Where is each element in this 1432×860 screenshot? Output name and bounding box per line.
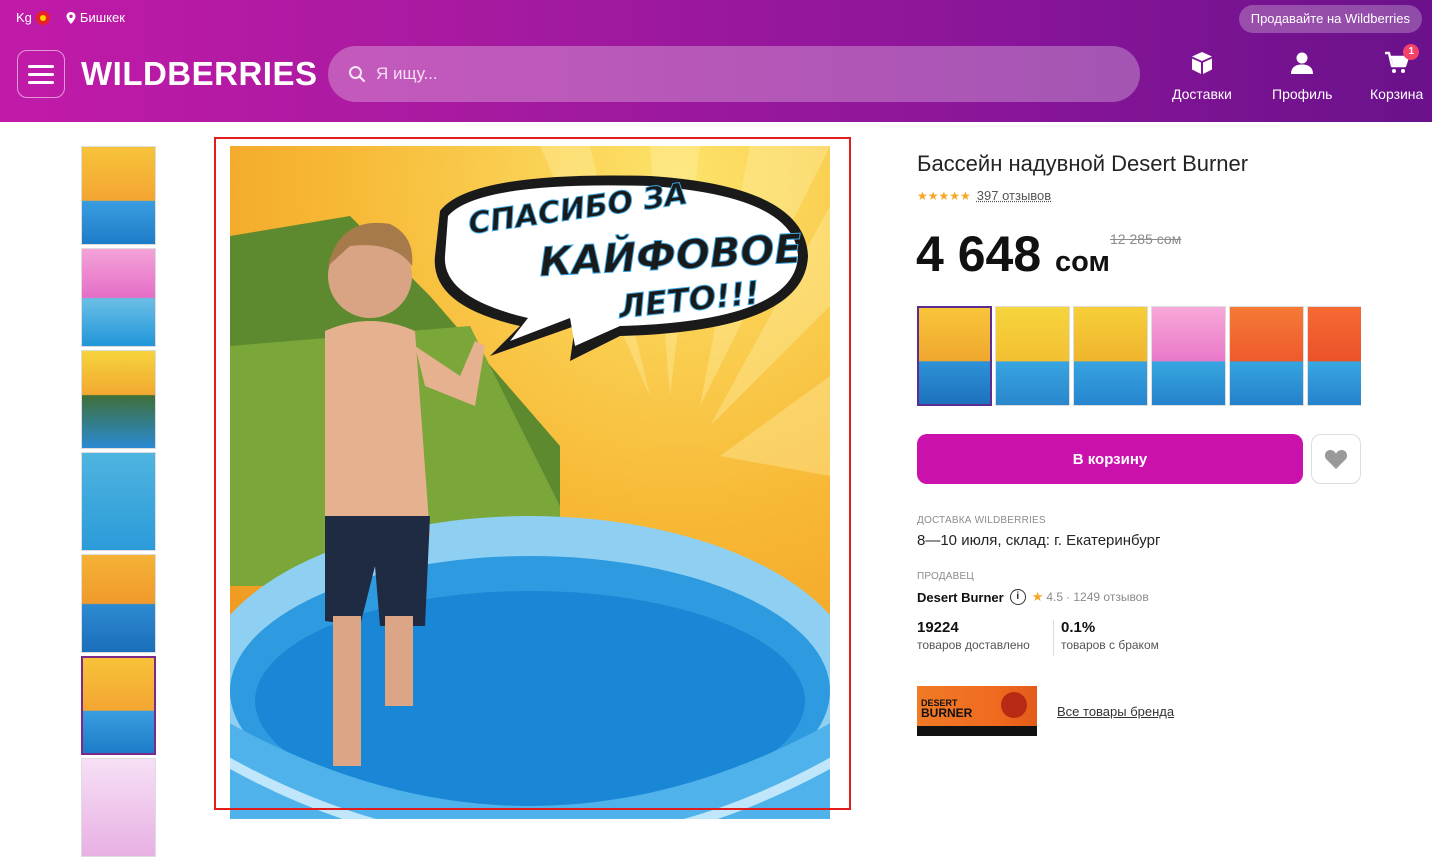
delivered-stat: 19224 товаров доставлено	[917, 619, 1030, 652]
star-icon: ★	[1031, 589, 1044, 604]
delivered-count: 19224	[917, 619, 959, 636]
seller-rating: ★ 4.5 · 1249 отзывов	[1032, 589, 1149, 605]
seller-row: Desert Burner i ★ 4.5 · 1249 отзывов	[917, 589, 1149, 605]
topbar-left: Kg Бишкек	[16, 10, 125, 25]
nav-profile[interactable]: Профиль	[1272, 50, 1332, 102]
burger-line	[28, 72, 54, 76]
thumbnail-5[interactable]	[81, 554, 156, 653]
brand-logo-line2: BURNER	[921, 706, 973, 720]
thumbnail-2[interactable]	[81, 248, 156, 347]
search-icon	[349, 66, 366, 83]
variant-option-3[interactable]	[1073, 306, 1148, 406]
variant-option-5[interactable]	[1229, 306, 1304, 406]
nav-profile-label: Профиль	[1272, 86, 1333, 102]
delivery-info: 8—10 июля, склад: г. Екатеринбург	[917, 532, 1161, 549]
product-rating: ★★★★★ 397 отзывов	[917, 188, 1051, 203]
nav-cart-label: Корзина	[1370, 86, 1424, 102]
location-pin-icon	[66, 11, 76, 24]
thumbnail-7[interactable]	[81, 758, 156, 857]
info-icon[interactable]: i	[1009, 589, 1026, 605]
variant-option-6[interactable]	[1307, 306, 1361, 406]
product-title: Бассейн надувной Desert Burner	[917, 151, 1249, 176]
menu-button[interactable]	[17, 50, 65, 98]
defect-rate: 0.1%	[1061, 619, 1096, 636]
sun-shape	[1001, 692, 1027, 718]
nav-cart[interactable]: Корзина 1	[1370, 44, 1424, 102]
city-name: Бишкек	[79, 10, 125, 25]
rating-stars-icon: ★★★★★	[917, 188, 971, 203]
burger-line	[28, 64, 54, 68]
search-input[interactable]	[376, 64, 1076, 84]
thumbnail-6[interactable]	[81, 656, 156, 755]
stat-divider	[1053, 620, 1054, 656]
main-image-highlight-frame	[214, 137, 851, 810]
country-selector[interactable]: Kg	[16, 10, 50, 25]
thumbnail-1[interactable]	[81, 146, 156, 245]
add-to-cart-button[interactable]: В корзину	[917, 434, 1303, 484]
cart-count-badge: 1	[1403, 44, 1420, 60]
defect-label: товаров с браком	[1061, 638, 1159, 652]
seller-name[interactable]: Desert Burner	[917, 590, 1004, 605]
variant-option-2[interactable]	[995, 306, 1070, 406]
box-icon	[1191, 52, 1212, 74]
favorite-button[interactable]	[1311, 434, 1361, 484]
heart-icon	[1324, 450, 1348, 469]
search-bar[interactable]	[328, 46, 1140, 102]
sell-on-wildberries-button[interactable]: Продавайте на Wildberries	[1238, 5, 1422, 33]
city-selector[interactable]: Бишкек	[66, 10, 125, 25]
kyrgyzstan-flag-icon	[35, 10, 50, 25]
thumbnail-4[interactable]	[81, 452, 156, 551]
nav-deliveries[interactable]: Доставки	[1172, 50, 1232, 102]
seller-label: Продавец	[917, 571, 974, 582]
variant-option-4[interactable]	[1151, 306, 1226, 406]
variant-option-1[interactable]	[917, 306, 992, 406]
product-variants	[917, 306, 1361, 406]
reviews-link[interactable]: 397 отзывов	[977, 188, 1051, 203]
seller-rating-reviews: · 1249 отзывов	[1066, 590, 1149, 604]
price-currency: сом	[1055, 246, 1110, 278]
burger-line	[28, 80, 54, 84]
site-header: Kg Бишкек Продавайте на Wildberries WILD…	[0, 0, 1432, 122]
user-icon	[1291, 52, 1314, 74]
price-value: 4 648	[916, 226, 1042, 282]
delivered-label: товаров доставлено	[917, 638, 1030, 652]
ground-shape	[917, 726, 1037, 736]
wildberries-logo[interactable]: WILDBERRIES	[81, 55, 318, 93]
product-price: 4 648 сом	[916, 225, 1110, 283]
seller-rating-value: 4.5	[1046, 590, 1064, 604]
brand-logo[interactable]: DESERT BURNER	[917, 686, 1037, 736]
thumbnail-3[interactable]	[81, 350, 156, 449]
defect-stat: 0.1% товаров с браком	[1061, 619, 1159, 652]
delivery-label: Доставка Wildberries	[917, 515, 1046, 526]
brand-logo-text: DESERT BURNER	[921, 698, 973, 720]
country-code: Kg	[16, 10, 32, 25]
all-brand-products-link[interactable]: Все товары бренда	[1057, 704, 1174, 719]
old-price: 12 285 сом	[1110, 231, 1182, 247]
image-thumbnails	[81, 146, 156, 860]
nav-deliveries-label: Доставки	[1172, 86, 1232, 102]
